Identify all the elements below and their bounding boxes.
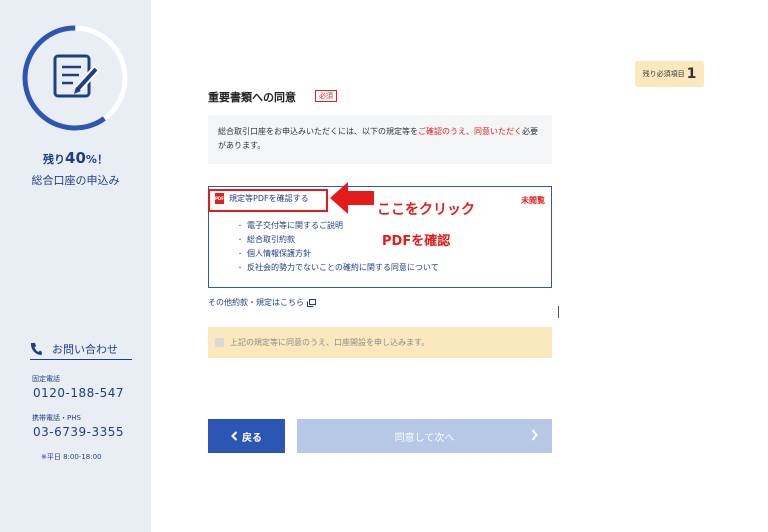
- notice-box: 総合取引口座をお申込みいただくには、以下の規定等をご確認のうえ、同意いただく必要…: [208, 115, 552, 164]
- pdf-icon: PDF: [215, 193, 224, 204]
- external-window-icon: [307, 298, 316, 307]
- annotation-check-pdf: PDFを確認: [382, 234, 451, 249]
- document-item-label: 個人情報保護方針: [247, 249, 311, 258]
- other-terms-label: その他約款・規定はこちら: [208, 298, 304, 307]
- unread-status: 未閲覧: [521, 196, 545, 205]
- notice-text-highlight: ご確認のうえ、同意いただく: [418, 127, 522, 136]
- progress-value: 40: [65, 149, 86, 167]
- phone-icon: [30, 342, 42, 355]
- progress-remaining-text: 残り40%！: [0, 149, 151, 167]
- remaining-required-badge: 残り必須項目 1: [635, 61, 704, 87]
- chevron-left-icon: [231, 431, 238, 441]
- document-item-label: 総合取引約款: [247, 235, 295, 244]
- progress-suffix: %！: [85, 153, 108, 166]
- contact-heading: お問い合わせ: [30, 338, 132, 360]
- view-pdf-link[interactable]: PDF 規定等PDFを確認する: [215, 193, 309, 204]
- sidebar: 残り40%！ 総合口座の申込み お問い合わせ 固定電話 0120-188-547…: [0, 0, 151, 532]
- notice-text-1: 総合取引口座をお申込みいただくには、以下の規定等を: [218, 127, 418, 136]
- other-terms-link[interactable]: その他約款・規定はこちら: [208, 297, 316, 308]
- list-item: ・反社会的勢力でないことの確約に関する同意について: [237, 263, 439, 272]
- document-item-label: 電子交付等に関するご説明: [247, 221, 343, 230]
- agreement-checkbox-row[interactable]: 上記の規定等に同意のうえ、口座開設を申し込みます。: [208, 327, 552, 358]
- annotation-click-here: ここをクリック: [377, 202, 475, 218]
- back-button[interactable]: 戻る: [208, 419, 285, 453]
- agreement-checkbox[interactable]: [215, 338, 224, 347]
- required-badge: 必須: [315, 90, 337, 102]
- business-hours: ※平日 8:00-18:00: [41, 453, 102, 461]
- scroll-indicator: [558, 306, 559, 318]
- landline-number[interactable]: 0120-188-547: [33, 386, 124, 400]
- remaining-count: 1: [686, 66, 697, 82]
- back-label: 戻る: [242, 432, 262, 444]
- mobile-number[interactable]: 03-6739-3355: [33, 425, 124, 439]
- progress-ring: [22, 25, 128, 131]
- mobile-label: 携帯電話・PHS: [32, 414, 81, 422]
- view-pdf-label: 規定等PDFを確認する: [229, 194, 309, 203]
- chevron-right-icon: [531, 429, 538, 441]
- annotation-arrow-icon: [330, 182, 374, 214]
- list-item: ・個人情報保護方針: [237, 249, 311, 258]
- landline-label: 固定電話: [32, 375, 60, 383]
- progress-subtitle: 総合口座の申込み: [31, 174, 120, 187]
- form-edit-icon: [53, 54, 100, 98]
- agree-next-button[interactable]: 同意して次へ: [297, 419, 552, 453]
- document-item-label: 反社会的勢力でないことの確約に関する同意について: [247, 263, 439, 272]
- progress-prefix: 残り: [43, 153, 66, 166]
- next-label: 同意して次へ: [394, 432, 455, 444]
- page-title: 重要書類への同意: [208, 91, 296, 104]
- contact-label: お問い合わせ: [52, 342, 118, 356]
- remaining-label: 残り必須項目: [642, 70, 685, 78]
- agreement-label: 上記の規定等に同意のうえ、口座開設を申し込みます。: [230, 338, 430, 347]
